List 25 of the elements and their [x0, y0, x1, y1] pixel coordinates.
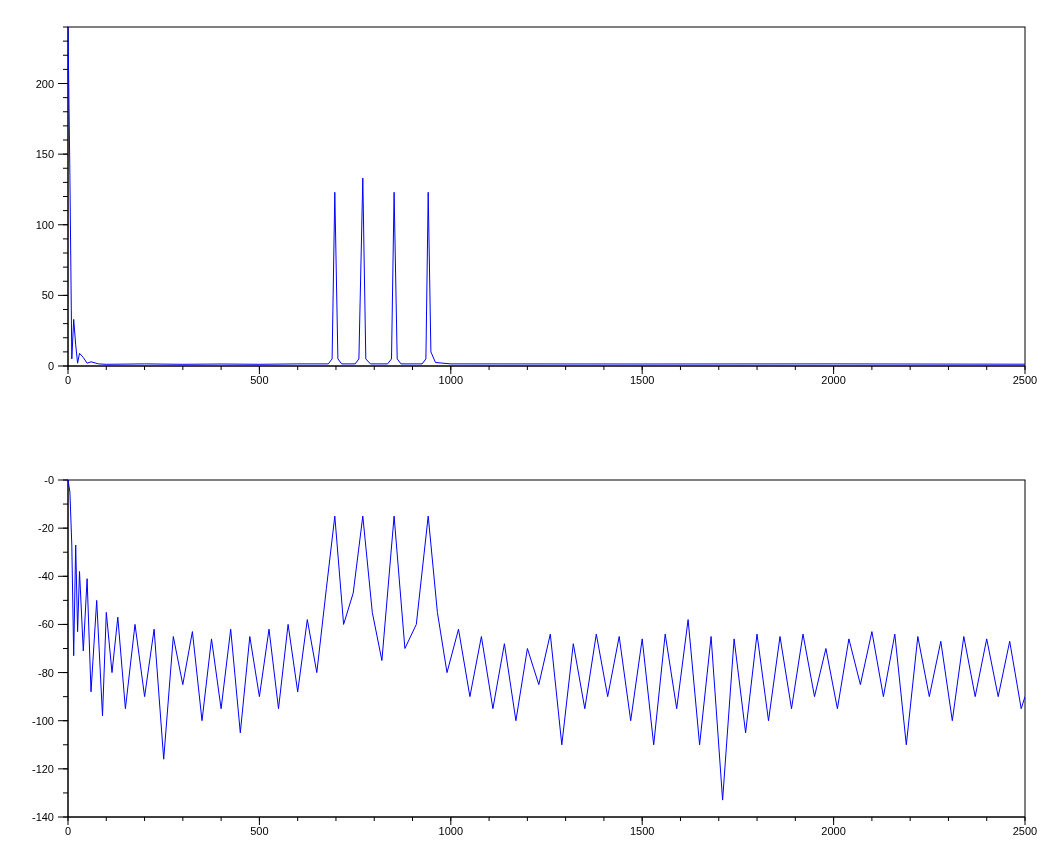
tick-label: 500	[250, 374, 269, 386]
tick-label: -120	[31, 762, 54, 775]
tick-label: 1500	[629, 374, 655, 386]
tick-label: 150	[35, 148, 54, 161]
tick-label: -80	[38, 666, 54, 679]
tick-label: -100	[31, 714, 54, 727]
tick-label: -40	[38, 570, 54, 583]
tick-label: 2000	[821, 825, 846, 837]
tick-label: 100	[35, 218, 54, 231]
tick-label: -0	[44, 474, 54, 486]
tick-label: 2500	[1012, 374, 1038, 386]
tick-label: 500	[250, 825, 269, 837]
tick-label: 50	[41, 289, 54, 302]
tick-label: 0	[47, 360, 54, 372]
tick-label: 1500	[629, 825, 655, 837]
tick-label: 1000	[438, 825, 464, 837]
tick-label: 0	[64, 374, 72, 386]
tick-label: 1000	[438, 374, 464, 386]
tick-label: -20	[38, 522, 54, 535]
tick-label: 0	[64, 825, 72, 837]
tick-label: 200	[35, 77, 54, 90]
tick-label: -60	[38, 618, 54, 631]
tick-label: 2500	[1012, 825, 1038, 837]
tick-label: -140	[31, 811, 54, 823]
tick-label: 2000	[821, 374, 846, 386]
